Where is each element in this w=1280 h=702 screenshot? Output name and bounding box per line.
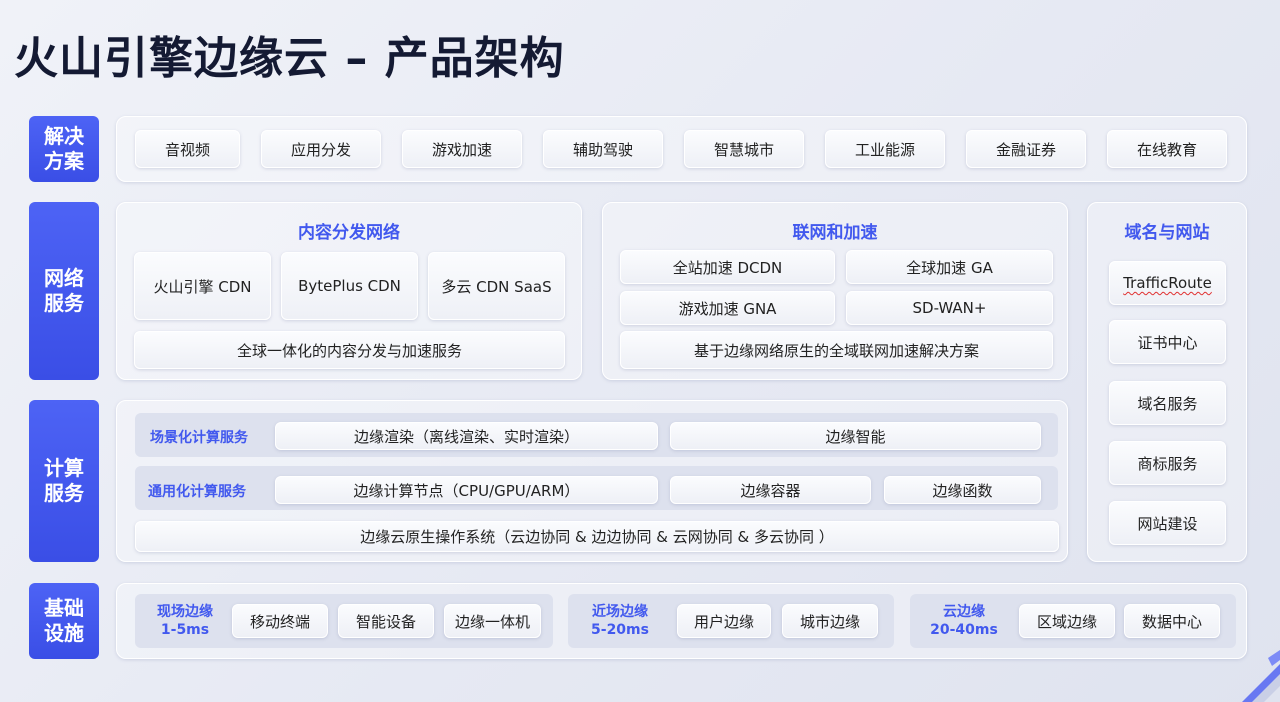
solution-chip[interactable]: 音视频 (135, 130, 240, 168)
solution-chip[interactable]: 在线教育 (1107, 130, 1227, 168)
decorative-corner-graphic (1242, 650, 1280, 702)
row-label-infra-text: 基础设施 (44, 596, 84, 645)
solution-chip[interactable]: 应用分发 (261, 130, 381, 168)
solution-chip[interactable]: 智慧城市 (684, 130, 804, 168)
infra-chip[interactable]: 智能设备 (338, 604, 434, 638)
infra-group-label: 云边缘 20-40ms (922, 603, 1006, 639)
scenario-compute-chip[interactable]: 边缘智能 (670, 422, 1041, 450)
infra-group-label: 近场边缘 5-20ms (580, 603, 660, 639)
cdn-product-chip[interactable]: BytePlus CDN (281, 252, 418, 320)
solution-chip[interactable]: 游戏加速 (402, 130, 522, 168)
infra-chip[interactable]: 边缘一体机 (444, 604, 541, 638)
domain-product-chip[interactable]: TrafficRoute (1109, 261, 1226, 305)
networking-heading: 联网和加速 (792, 223, 878, 243)
domain-product-chip[interactable]: 商标服务 (1109, 441, 1226, 485)
cdn-heading: 内容分发网络 (298, 223, 400, 243)
cdn-product-chip[interactable]: 多云 CDN SaaS (428, 252, 565, 320)
infra-group-name: 云边缘 (943, 604, 985, 620)
domain-product-chip[interactable]: 域名服务 (1109, 381, 1226, 425)
general-compute-chip[interactable]: 边缘容器 (670, 476, 871, 504)
row-label-network: 网络服务 (29, 202, 99, 380)
networking-product-chip[interactable]: SD-WAN+ (846, 291, 1053, 325)
row-label-solutions-text: 解决方案 (44, 124, 84, 173)
infra-group-label: 现场边缘 1-5ms (146, 603, 224, 639)
domain-product-chip[interactable]: 证书中心 (1109, 320, 1226, 364)
infra-chip[interactable]: 数据中心 (1124, 604, 1220, 638)
networking-product-chip[interactable]: 游戏加速 GNA (620, 291, 835, 325)
scenario-compute-chip[interactable]: 边缘渲染（离线渲染、实时渲染） (275, 422, 658, 450)
scenario-compute-label: 场景化计算服务 (150, 430, 248, 446)
infra-chip[interactable]: 城市边缘 (782, 604, 878, 638)
infra-chip[interactable]: 移动终端 (232, 604, 328, 638)
domain-product-chip[interactable]: 网站建设 (1109, 501, 1226, 545)
page-title: 火山引擎边缘云 – 产品架构 (14, 33, 565, 84)
cdn-product-chip[interactable]: 火山引擎 CDN (134, 252, 271, 320)
row-label-network-text: 网络服务 (44, 266, 84, 315)
networking-footer: 基于边缘网络原生的全域联网加速解决方案 (620, 331, 1053, 369)
row-label-compute-text: 计算服务 (44, 456, 84, 505)
edge-os-bar: 边缘云原生操作系统（云边协同 & 边边协同 & 云网协同 & 多云协同 ） (135, 521, 1059, 552)
solution-chip[interactable]: 工业能源 (825, 130, 945, 168)
row-label-solutions: 解决方案 (29, 116, 99, 182)
infra-group-latency: 1-5ms (160, 622, 210, 638)
infra-group-name: 近场边缘 (592, 604, 648, 620)
infra-group-name: 现场边缘 (157, 604, 213, 620)
trafficroute-label: TrafficRoute (1123, 274, 1212, 292)
infra-chip[interactable]: 用户边缘 (677, 604, 771, 638)
infra-group-latency: 5-20ms (591, 622, 649, 638)
row-label-compute: 计算服务 (29, 400, 99, 562)
networking-product-chip[interactable]: 全站加速 DCDN (620, 250, 835, 284)
row-label-infra: 基础设施 (29, 583, 99, 659)
general-compute-label: 通用化计算服务 (148, 484, 246, 500)
solution-chip[interactable]: 金融证券 (966, 130, 1086, 168)
solution-chip[interactable]: 辅助驾驶 (543, 130, 663, 168)
general-compute-chip[interactable]: 边缘函数 (884, 476, 1041, 504)
infra-group-latency: 20-40ms (930, 622, 998, 638)
infra-chip[interactable]: 区域边缘 (1019, 604, 1115, 638)
cdn-footer: 全球一体化的内容分发与加速服务 (134, 331, 565, 369)
networking-product-chip[interactable]: 全球加速 GA (846, 250, 1053, 284)
general-compute-chip[interactable]: 边缘计算节点（CPU/GPU/ARM） (275, 476, 658, 504)
domain-heading: 域名与网站 (1124, 223, 1210, 243)
